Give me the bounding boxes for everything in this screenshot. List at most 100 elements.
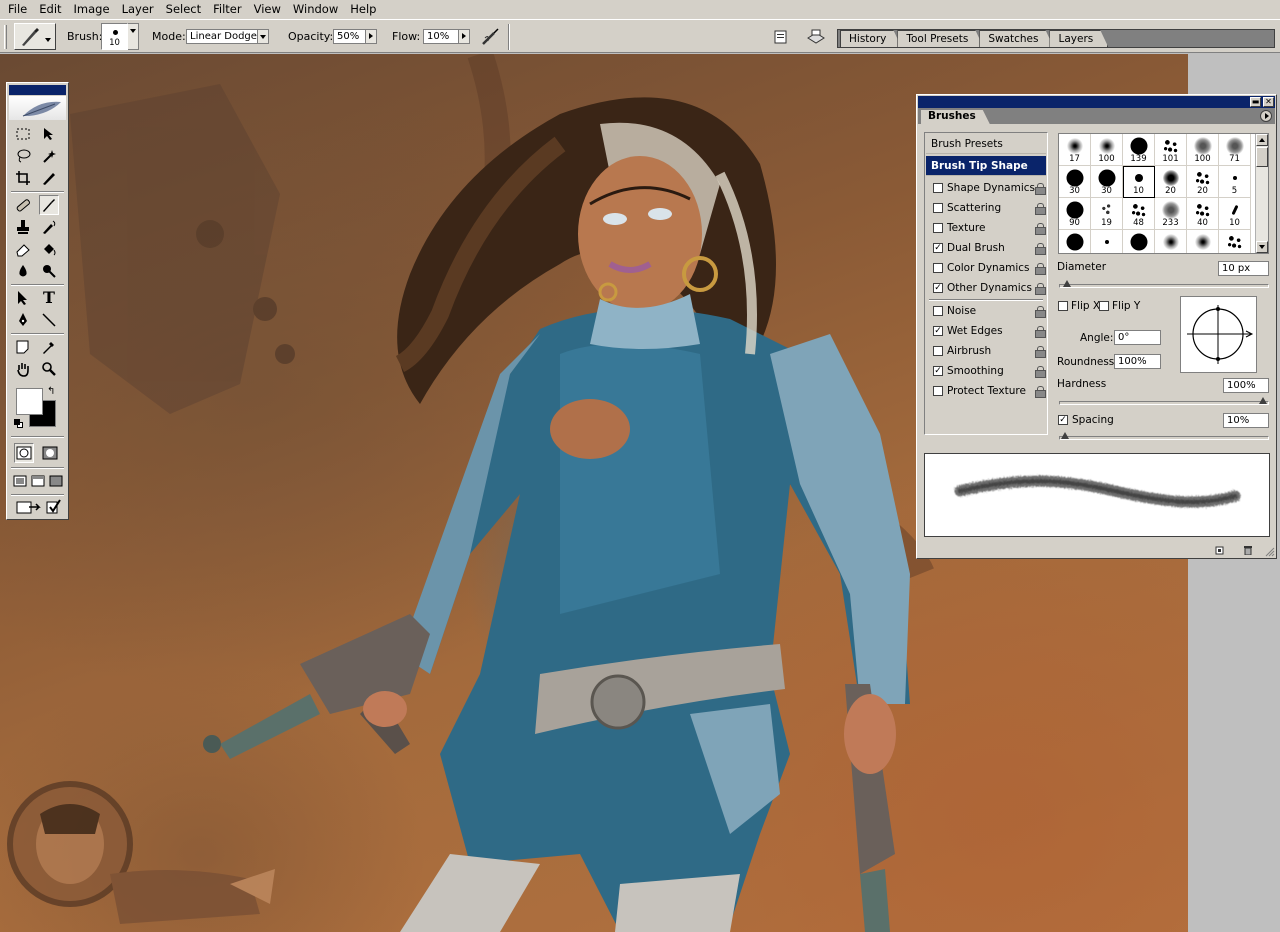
diameter-slider[interactable] — [1059, 280, 1269, 288]
standard-mode-button[interactable] — [14, 443, 34, 463]
resize-grip[interactable] — [1265, 547, 1275, 557]
opacity-input[interactable]: 50% — [333, 29, 366, 44]
opacity-control[interactable]: 50% — [333, 20, 377, 53]
zoom-tool[interactable] — [39, 359, 59, 379]
mode-dropdown-button[interactable] — [258, 29, 269, 44]
roundness-input[interactable]: 100% — [1114, 354, 1161, 369]
setting-airbrush[interactable]: Airbrush — [926, 341, 1046, 361]
diameter-input[interactable]: 10 px — [1218, 261, 1269, 276]
lock-icon[interactable] — [1035, 243, 1046, 255]
standard-screen-mode-button[interactable] — [12, 471, 28, 491]
magic-wand-tool[interactable] — [39, 146, 59, 166]
menu-window[interactable]: Window — [287, 0, 344, 19]
brush-tip[interactable]: 5 — [1219, 166, 1251, 198]
brush-tip[interactable] — [1187, 230, 1219, 253]
angle-input[interactable]: 0° — [1114, 330, 1161, 345]
history-brush-tool[interactable] — [39, 217, 59, 237]
photoshop-feather-logo[interactable] — [9, 96, 66, 120]
brush-tip[interactable]: 100 — [1091, 134, 1123, 166]
lock-icon[interactable] — [1035, 366, 1046, 378]
brushes-titlebar[interactable]: ▬ ✕ — [918, 96, 1275, 108]
setting-other-dynamics[interactable]: ✓ Other Dynamics — [926, 278, 1046, 298]
brush-tool[interactable] — [39, 195, 59, 215]
setting-texture-checkbox[interactable] — [933, 223, 943, 233]
tab-swatches[interactable]: Swatches — [979, 30, 1053, 47]
hand-tool[interactable] — [13, 359, 33, 379]
brush-tip[interactable]: 10 — [1123, 166, 1155, 198]
brush-tip[interactable]: 17 — [1059, 134, 1091, 166]
flip-x-checkbox[interactable]: Flip X — [1058, 300, 1100, 312]
airbrush-toggle[interactable] — [480, 20, 502, 53]
menu-image[interactable]: Image — [68, 0, 116, 19]
opacity-slider-button[interactable] — [366, 29, 377, 44]
scroll-up-button[interactable] — [1256, 134, 1268, 146]
quick-mask-mode-button[interactable] — [40, 443, 60, 463]
spacing-slider-thumb[interactable] — [1061, 432, 1069, 439]
setting-noise[interactable]: Noise — [926, 301, 1046, 321]
palette-menu-button[interactable] — [1260, 110, 1272, 122]
setting-shape-dynamics[interactable]: Shape Dynamics — [926, 178, 1046, 198]
menu-filter[interactable]: Filter — [207, 0, 247, 19]
lasso-tool[interactable] — [13, 146, 33, 166]
brush-tip[interactable]: 233 — [1155, 198, 1187, 230]
setting-scattering[interactable]: Scattering — [926, 198, 1046, 218]
tool-preset-picker[interactable] — [14, 20, 56, 53]
brush-tip[interactable]: 71 — [1219, 134, 1251, 166]
clone-stamp-tool[interactable] — [13, 217, 33, 237]
line-tool[interactable] — [39, 310, 59, 330]
setting-noise-checkbox[interactable] — [933, 306, 943, 316]
spacing-checkbox[interactable]: ✓ Spacing — [1058, 414, 1114, 426]
setting-protect-texture[interactable]: Protect Texture — [926, 381, 1046, 401]
palette-well-toggle[interactable] — [806, 20, 826, 53]
flip-x-box[interactable] — [1058, 301, 1068, 311]
minimize-button[interactable]: ▬ — [1250, 97, 1261, 107]
brush-tip[interactable] — [1219, 230, 1251, 253]
file-browser-button[interactable] — [773, 20, 789, 53]
default-colors-icon[interactable] — [14, 419, 23, 428]
setting-scattering-checkbox[interactable] — [933, 203, 943, 213]
crop-tool[interactable] — [13, 168, 33, 188]
menu-edit[interactable]: Edit — [33, 0, 67, 19]
setting-texture[interactable]: Texture — [926, 218, 1046, 238]
delete-brush-button[interactable] — [1243, 545, 1253, 556]
brush-picker-dropdown[interactable] — [128, 23, 139, 50]
tip-grid-scrollbar[interactable] — [1255, 134, 1268, 253]
notes-tool[interactable] — [13, 337, 33, 357]
brush-tip[interactable]: 48 — [1123, 198, 1155, 230]
pen-tool[interactable] — [13, 310, 33, 330]
eyedropper-tool[interactable] — [39, 337, 59, 357]
foreground-color-swatch[interactable] — [16, 388, 43, 415]
hardness-slider[interactable] — [1059, 397, 1269, 405]
flip-y-checkbox[interactable]: Flip Y — [1099, 300, 1140, 312]
flow-control[interactable]: 10% — [423, 20, 470, 53]
eraser-tool[interactable] — [13, 239, 33, 259]
full-screen-mode-button[interactable] — [48, 471, 64, 491]
brush-tip[interactable]: 101 — [1155, 134, 1187, 166]
angle-roundness-widget[interactable] — [1180, 296, 1257, 373]
menu-file[interactable]: File — [2, 0, 33, 19]
tab-layers[interactable]: Layers — [1049, 30, 1108, 47]
full-screen-menu-mode-button[interactable] — [30, 471, 46, 491]
setting-other-dynamics-checkbox[interactable]: ✓ — [933, 283, 943, 293]
brush-tip[interactable]: 19 — [1091, 198, 1123, 230]
marquee-tool[interactable] — [13, 124, 33, 144]
hardness-slider-thumb[interactable] — [1259, 397, 1267, 404]
lock-icon[interactable] — [1035, 223, 1046, 235]
brush-tip[interactable]: 30 — [1059, 166, 1091, 198]
move-tool[interactable] — [39, 124, 59, 144]
jump-to-imageready-button[interactable] — [14, 497, 44, 517]
toolbox-titlebar[interactable] — [9, 85, 66, 95]
menu-layer[interactable]: Layer — [116, 0, 160, 19]
lock-icon[interactable] — [1035, 386, 1046, 398]
lock-icon[interactable] — [1035, 203, 1046, 215]
lock-icon[interactable] — [1035, 306, 1046, 318]
brush-presets-item[interactable]: Brush Presets — [926, 134, 1046, 154]
setting-smoothing[interactable]: ✓ Smoothing — [926, 361, 1046, 381]
spacing-check-box[interactable]: ✓ — [1058, 415, 1068, 425]
setting-dual-brush-checkbox[interactable]: ✓ — [933, 243, 943, 253]
brush-tip[interactable]: 40 — [1187, 198, 1219, 230]
brush-tip-shape-item[interactable]: Brush Tip Shape — [926, 156, 1046, 176]
brush-tip[interactable] — [1059, 230, 1091, 253]
tab-history[interactable]: History — [840, 30, 901, 47]
diameter-slider-thumb[interactable] — [1063, 280, 1071, 287]
